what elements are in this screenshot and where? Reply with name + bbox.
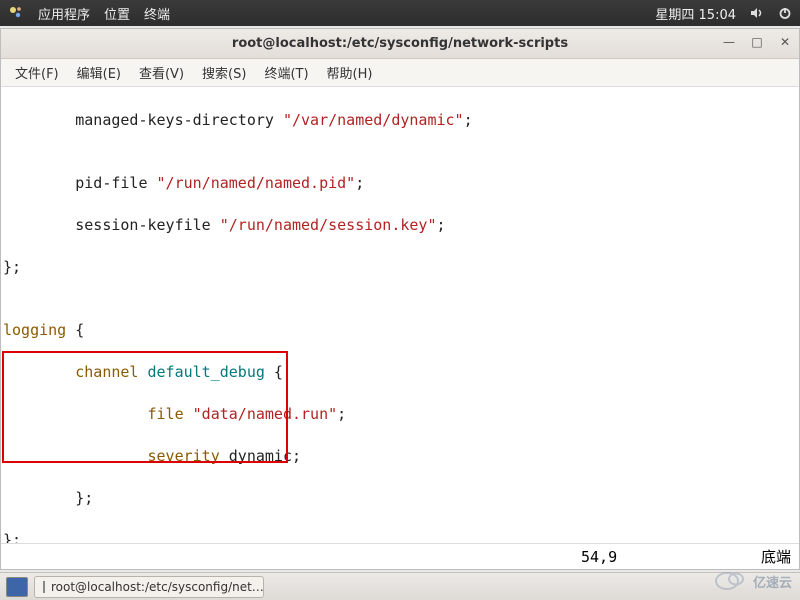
editor-area[interactable]: managed-keys-directory "/var/named/dynam… [1, 87, 799, 543]
code-line: pid-file "/run/named/named.pid"; [3, 173, 797, 194]
window-title: root@localhost:/etc/sysconfig/network-sc… [232, 36, 568, 51]
gnome-taskbar: root@localhost:/etc/sysconfig/net… [0, 572, 800, 600]
terminal-window: root@localhost:/etc/sysconfig/network-sc… [0, 28, 800, 570]
code-line: }; [3, 530, 797, 543]
minimize-button[interactable]: — [721, 34, 737, 50]
foot-icon [8, 5, 24, 21]
menubar: 文件(F) 编辑(E) 查看(V) 搜索(S) 终端(T) 帮助(H) [1, 59, 799, 87]
menu-applications[interactable]: 应用程序 [38, 4, 90, 23]
menu-view[interactable]: 查看(V) [131, 60, 192, 85]
code-line: }; [3, 257, 797, 278]
menu-edit[interactable]: 编辑(E) [69, 60, 129, 85]
power-icon[interactable] [778, 6, 792, 20]
menu-terminal[interactable]: 终端 [144, 4, 170, 23]
vim-statusbar: 54,9 底端 [1, 543, 799, 569]
menu-file[interactable]: 文件(F) [7, 60, 67, 85]
code-line: logging { [3, 320, 797, 341]
clock[interactable]: 星期四 15:04 [655, 4, 736, 23]
menu-help[interactable]: 帮助(H) [319, 60, 381, 85]
menu-terminal[interactable]: 终端(T) [256, 60, 316, 85]
topbar-right: 星期四 15:04 [655, 4, 792, 23]
volume-icon[interactable] [750, 6, 764, 20]
watermark: 亿速云 [714, 570, 792, 596]
window-controls: — □ ✕ [721, 34, 793, 50]
maximize-button[interactable]: □ [749, 34, 765, 50]
cursor-position: 54,9 [581, 548, 617, 566]
code-line: }; [3, 488, 797, 509]
menu-search[interactable]: 搜索(S) [194, 60, 254, 85]
mode-indicator: 底端 [761, 546, 791, 567]
menu-places[interactable]: 位置 [104, 4, 130, 23]
terminal-icon [43, 581, 45, 593]
show-desktop-button[interactable] [6, 577, 28, 597]
close-button[interactable]: ✕ [777, 34, 793, 50]
window-titlebar[interactable]: root@localhost:/etc/sysconfig/network-sc… [1, 29, 799, 59]
topbar-left: 应用程序 位置 终端 [8, 4, 170, 23]
code-line: managed-keys-directory "/var/named/dynam… [3, 110, 797, 131]
taskbar-item-terminal[interactable]: root@localhost:/etc/sysconfig/net… [34, 576, 264, 598]
highlight-box [2, 351, 288, 463]
code-line: session-keyfile "/run/named/session.key"… [3, 215, 797, 236]
gnome-topbar: 应用程序 位置 终端 星期四 15:04 [0, 0, 800, 26]
taskbar-item-label: root@localhost:/etc/sysconfig/net… [51, 580, 264, 594]
